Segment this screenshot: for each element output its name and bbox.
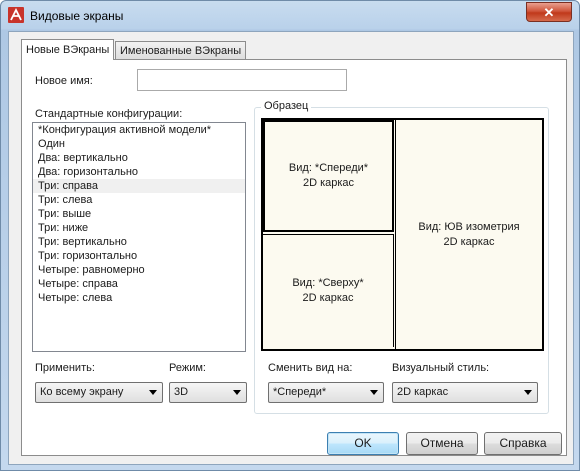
- new-name-label: Новое имя:: [35, 75, 93, 87]
- mode-label: Режим:: [169, 362, 206, 374]
- visual-style-value: 2D каркас: [397, 386, 449, 398]
- mode-dropdown[interactable]: 3D: [169, 382, 247, 403]
- chevron-down-icon: [149, 390, 157, 395]
- close-icon: ✕: [543, 4, 555, 20]
- new-name-input[interactable]: [137, 69, 347, 91]
- list-item[interactable]: Четыре: справа: [33, 277, 245, 291]
- tab-named-viewports[interactable]: Именованные ВЭкраны: [115, 41, 247, 60]
- change-view-value: *Спереди*: [273, 386, 327, 398]
- preview-label: Образец: [261, 100, 312, 112]
- viewport-style-label: 2D каркас: [302, 292, 354, 304]
- list-item[interactable]: Два: вертикально: [33, 151, 245, 165]
- dialog-client: Новые ВЭкраны Именованные ВЭкраны Новое …: [8, 31, 574, 465]
- viewport-style-label: 2D каркас: [302, 177, 355, 189]
- cancel-button[interactable]: Отмена: [406, 432, 478, 455]
- chevron-down-icon: [370, 390, 378, 395]
- mode-value: 3D: [174, 386, 189, 398]
- window-title: Видовые экраны: [30, 9, 124, 23]
- list-item-selected[interactable]: Три: справа: [33, 179, 245, 193]
- apply-label: Применить:: [35, 362, 95, 374]
- list-item[interactable]: Три: вертикально: [33, 235, 245, 249]
- tab-new-viewports[interactable]: Новые ВЭкраны: [21, 39, 115, 60]
- list-item[interactable]: Три: выше: [33, 207, 245, 221]
- visual-style-dropdown[interactable]: 2D каркас: [392, 382, 538, 403]
- chevron-down-icon: [524, 390, 532, 395]
- list-item[interactable]: Три: горизонтально: [33, 249, 245, 263]
- viewport-style-label: 2D каркас: [443, 235, 495, 248]
- viewport-view-label: Вид: *Сверху*: [292, 277, 364, 289]
- visual-style-label: Визуальный стиль:: [392, 362, 490, 374]
- list-item[interactable]: Два: горизонтально: [33, 165, 245, 179]
- apply-dropdown[interactable]: Ко всему экрану: [35, 382, 163, 403]
- viewport-front[interactable]: Вид: *Спереди* 2D каркас: [263, 120, 394, 232]
- chevron-down-icon: [233, 390, 241, 395]
- list-item[interactable]: Четыре: слева: [33, 291, 245, 305]
- title-bar[interactable]: Видовые экраны ✕: [1, 1, 579, 31]
- list-item[interactable]: Три: слева: [33, 193, 245, 207]
- change-view-label: Сменить вид на:: [268, 362, 353, 374]
- change-view-dropdown[interactable]: *Спереди*: [268, 382, 384, 403]
- viewport-se-isometric[interactable]: Вид: ЮВ изометрия 2D каркас: [395, 120, 542, 349]
- autocad-app-icon: [8, 7, 24, 23]
- standard-configs-list[interactable]: *Конфигурация активной модели* Один Два:…: [32, 122, 246, 352]
- help-button[interactable]: Справка: [484, 432, 562, 455]
- list-item[interactable]: Один: [33, 137, 245, 151]
- list-item[interactable]: Три: ниже: [33, 221, 245, 235]
- preview-area: Вид: *Спереди* 2D каркас Вид: *Сверху* 2…: [261, 118, 544, 351]
- list-item[interactable]: *Конфигурация активной модели*: [33, 123, 245, 137]
- standard-configs-label: Стандартные конфигурации:: [35, 108, 183, 120]
- viewport-view-label: Вид: *Спереди*: [288, 162, 369, 174]
- viewport-view-label: Вид: ЮВ изометрия: [418, 220, 520, 233]
- viewports-dialog: Видовые экраны ✕ Новые ВЭкраны Именованн…: [0, 0, 580, 471]
- list-item[interactable]: Четыре: равномерно: [33, 263, 245, 277]
- viewport-top[interactable]: Вид: *Сверху* 2D каркас: [263, 234, 394, 347]
- ok-button[interactable]: OK: [327, 432, 399, 455]
- close-button[interactable]: ✕: [526, 2, 572, 22]
- apply-value: Ко всему экрану: [40, 386, 124, 398]
